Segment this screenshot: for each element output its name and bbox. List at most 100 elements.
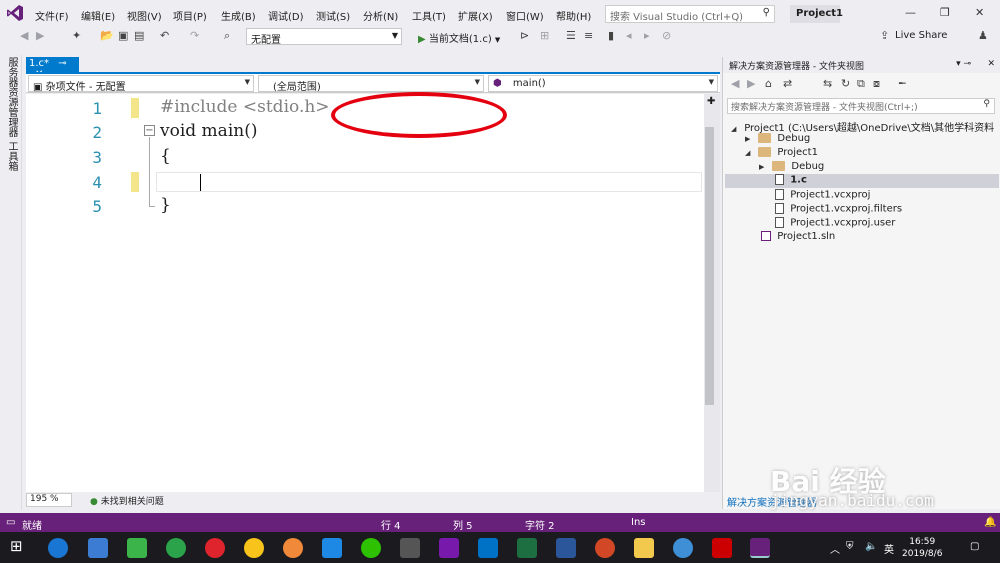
expand-arrow-icon[interactable]: ◢	[731, 125, 741, 133]
security-shield-icon[interactable]: ⛨	[846, 541, 854, 552]
collapse-icon[interactable]: −	[144, 125, 155, 136]
solution-explorer-search[interactable]: 搜索解决方案资源管理器 - 文件夹视图(Ctrl+;) ⚲	[727, 98, 995, 114]
uncomment-icon[interactable]: ≡	[584, 29, 593, 42]
pin-icon[interactable]: ⊸	[58, 58, 66, 69]
toolbox-tab[interactable]: 工具箱	[4, 141, 19, 171]
menu-build[interactable]: 生成(B)	[221, 8, 256, 23]
member-dropdown[interactable]: ⬢ main() ▼	[488, 75, 718, 92]
phone-manager-icon[interactable]	[166, 538, 186, 558]
redo-icon[interactable]: ↷	[190, 29, 199, 42]
menu-debug[interactable]: 调试(D)	[268, 8, 304, 23]
properties-icon[interactable]: ╾	[899, 77, 906, 90]
undo-icon[interactable]: ↶	[160, 29, 169, 42]
split-icon[interactable]: ✚	[707, 96, 715, 107]
app-icon[interactable]	[283, 538, 303, 558]
tree-item-sln[interactable]: Project1.sln	[761, 231, 835, 242]
feedback-icon[interactable]: ♟	[978, 29, 988, 42]
tree-item-vcxproj[interactable]: Project1.vcxproj	[775, 189, 870, 201]
iqiyi-icon[interactable]	[127, 538, 147, 558]
word-icon[interactable]	[556, 538, 576, 558]
pdf-icon[interactable]	[712, 538, 732, 558]
visual-studio-taskbar-icon[interactable]	[750, 538, 770, 558]
bookmark-icon[interactable]: ▮	[608, 29, 614, 42]
minimize-icon[interactable]: —	[905, 6, 916, 19]
tree-item-debug[interactable]: ▶ Debug	[745, 133, 810, 144]
menu-edit[interactable]: 编辑(E)	[81, 8, 115, 23]
calculator-icon[interactable]	[400, 538, 420, 558]
ime-indicator[interactable]: 英	[884, 541, 894, 556]
clear-bookmarks-icon[interactable]: ⊘	[662, 29, 671, 42]
configuration-select[interactable]: 无配置 ▼	[246, 28, 402, 46]
qq-music-icon[interactable]	[244, 538, 264, 558]
forward-icon[interactable]: ▶	[747, 77, 755, 90]
next-bookmark-icon[interactable]: ▸	[644, 29, 650, 42]
scope-dropdown[interactable]: (全局范围) ▼	[258, 75, 484, 93]
netease-music-icon[interactable]	[205, 538, 225, 558]
home-icon[interactable]: ⌂	[765, 77, 772, 90]
project-dropdown[interactable]: ▣ 杂项文件 - 无配置 ▼	[28, 75, 254, 93]
tree-item-1c[interactable]: 1.c	[725, 174, 999, 188]
open-file-icon[interactable]: 📂	[100, 29, 114, 42]
prev-bookmark-icon[interactable]: ◂	[626, 29, 632, 42]
code-editor[interactable]: 1 2 3 4 5 − #include <stdio.h> void main…	[26, 94, 704, 492]
new-project-icon[interactable]: ✦	[72, 29, 81, 42]
back-icon[interactable]: ◀	[20, 29, 28, 42]
menu-help[interactable]: 帮助(H)	[556, 8, 591, 23]
browser-icon[interactable]	[673, 538, 693, 558]
menu-tools[interactable]: 工具(T)	[412, 8, 446, 23]
comment-icon[interactable]: ☰	[566, 29, 576, 42]
collapse-all-icon[interactable]: ⧉	[857, 77, 865, 91]
assistant-icon[interactable]	[322, 538, 342, 558]
tray-chevron-icon[interactable]: ︿	[830, 541, 840, 556]
document-tab[interactable]: 1.c* ⊸ ✕	[26, 57, 79, 80]
tree-item-project1-folder[interactable]: ◢ Project1	[745, 147, 818, 158]
back-icon[interactable]: ◀	[731, 77, 739, 90]
quick-search-input[interactable]: 搜索 Visual Studio (Ctrl+Q) ⚲	[605, 5, 775, 23]
close-icon[interactable]: ✕	[975, 6, 984, 19]
volume-icon[interactable]: 🔈	[865, 541, 877, 552]
outlook-icon[interactable]	[478, 538, 498, 558]
expand-arrow-icon[interactable]: ◢	[745, 149, 755, 157]
close-icon[interactable]: ✕	[987, 59, 995, 69]
save-icon[interactable]: ▣	[118, 29, 128, 42]
tree-item-filters[interactable]: Project1.vcxproj.filters	[775, 203, 902, 215]
step-icon[interactable]: ⊳	[520, 29, 529, 42]
menu-extensions[interactable]: 扩展(X)	[458, 8, 493, 23]
windows-start-icon[interactable]: ⊞	[10, 537, 30, 557]
switch-views-icon[interactable]: ⇄	[783, 77, 792, 90]
file-explorer-icon[interactable]	[634, 538, 654, 558]
tree-item-user[interactable]: Project1.vcxproj.user	[775, 217, 895, 229]
show-all-icon[interactable]: ⧇	[873, 77, 880, 91]
restore-icon[interactable]: ❐	[940, 6, 950, 19]
run-button[interactable]: ▶ 当前文档(1.c) ▼	[418, 30, 500, 45]
server-explorer-tab[interactable]: 服务器资源管理器	[4, 57, 19, 137]
collapsed-arrow-icon[interactable]: ▶	[759, 163, 769, 171]
powerpoint-icon[interactable]	[595, 538, 615, 558]
collapsed-arrow-icon[interactable]: ▶	[745, 135, 755, 143]
forward-icon[interactable]: ▶	[36, 29, 44, 42]
action-center-icon[interactable]: ▢	[970, 541, 979, 552]
wechat-icon[interactable]	[361, 538, 381, 558]
find-icon[interactable]: ⌕	[224, 29, 230, 43]
onenote-icon[interactable]	[439, 538, 459, 558]
menu-analyze[interactable]: 分析(N)	[363, 8, 398, 23]
issues-indicator[interactable]: ● 未找到相关问题	[90, 494, 164, 507]
breakpoint-icon[interactable]: ⊞	[540, 29, 549, 42]
menu-file[interactable]: 文件(F)	[35, 8, 69, 23]
menu-test[interactable]: 测试(S)	[316, 8, 350, 23]
excel-icon[interactable]	[517, 538, 537, 558]
menu-project[interactable]: 项目(P)	[173, 8, 207, 23]
tree-item-project-root[interactable]: ◢ Project1 (C:\Users\超越\OneDrive\文档\其他学科…	[731, 119, 994, 134]
tree-item-debug-sub[interactable]: ▶ Debug	[759, 161, 824, 172]
pin-icon[interactable]: ▾ ⊸	[956, 59, 971, 69]
refresh-icon[interactable]: ↻	[841, 77, 850, 90]
menu-window[interactable]: 窗口(W)	[506, 8, 544, 23]
edge-icon[interactable]	[48, 538, 68, 558]
scrollbar-thumb[interactable]	[705, 127, 714, 405]
notification-bell-icon[interactable]: 🔔	[984, 517, 996, 528]
zoom-select[interactable]: 195 %	[26, 493, 72, 507]
live-share-button[interactable]: Live Share	[895, 30, 947, 41]
menu-view[interactable]: 视图(V)	[127, 8, 162, 23]
save-all-icon[interactable]: ▤	[134, 29, 144, 42]
store-icon[interactable]	[88, 538, 108, 558]
